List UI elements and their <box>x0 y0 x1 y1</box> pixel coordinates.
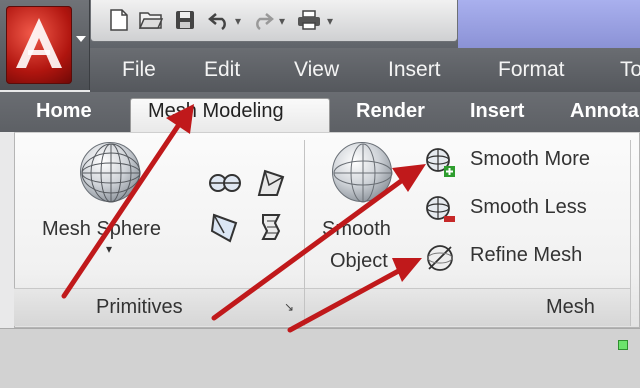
menu-file[interactable]: File <box>122 58 156 82</box>
title-bar-right <box>458 0 640 48</box>
mesh-sphere-dropdown-icon[interactable]: ▾ <box>106 242 112 256</box>
primitives-panel-title: Primitives <box>96 296 183 318</box>
open-folder-icon[interactable] <box>137 6 165 34</box>
app-menu-arrow-icon <box>76 36 86 42</box>
smooth-less-label: Smooth Less <box>470 196 587 218</box>
smooth-object-label-line2[interactable]: Object <box>330 250 388 273</box>
menu-view[interactable]: View <box>294 58 339 82</box>
panel-launcher-icon[interactable]: ↘ <box>284 300 294 314</box>
undo-icon[interactable] <box>205 6 233 34</box>
mesh-cylinder-icon[interactable] <box>206 164 244 202</box>
mesh-wedge-icon[interactable] <box>252 164 290 202</box>
status-indicator-icon <box>618 340 628 350</box>
customize-dropdown-icon[interactable]: ▾ <box>327 14 333 28</box>
tab-render[interactable]: Render <box>356 100 425 123</box>
tab-insert[interactable]: Insert <box>470 100 524 123</box>
plot-printer-icon[interactable] <box>295 6 323 34</box>
redo-icon[interactable] <box>249 6 277 34</box>
tab-home[interactable]: Home <box>36 100 92 123</box>
tab-mesh-modeling-label: Mesh Modeling <box>148 100 284 122</box>
mesh-torus-icon[interactable] <box>252 208 290 246</box>
smooth-less-icon <box>426 196 455 222</box>
menu-edit[interactable]: Edit <box>204 58 240 82</box>
drawing-area[interactable] <box>0 328 640 388</box>
smooth-object-label-line1[interactable]: Smooth <box>322 218 391 241</box>
menu-bar: File Edit View Insert Format To <box>90 48 640 92</box>
autocad-logo-icon <box>6 6 72 84</box>
mesh-sphere-icon[interactable] <box>80 142 141 203</box>
application-menu-button[interactable] <box>0 0 90 90</box>
refine-mesh-label: Refine Mesh <box>470 244 583 266</box>
menu-format[interactable]: Format <box>498 58 565 82</box>
smooth-more-icon <box>426 148 455 177</box>
menu-tools[interactable]: To <box>620 58 640 82</box>
smooth-object-icon[interactable] <box>332 142 393 203</box>
panel-divider <box>630 140 631 326</box>
redo-dropdown-icon[interactable]: ▾ <box>279 14 285 28</box>
menu-insert[interactable]: Insert <box>388 58 441 82</box>
new-file-icon[interactable] <box>105 6 133 34</box>
refine-mesh-icon <box>427 245 453 271</box>
undo-dropdown-icon[interactable]: ▾ <box>235 14 241 28</box>
tab-annotate[interactable]: Annota <box>570 100 639 123</box>
save-icon[interactable] <box>171 6 199 34</box>
mesh-sphere-label[interactable]: Mesh Sphere <box>42 218 161 241</box>
quick-access-toolbar: ▾ ▾ ▾ <box>90 0 458 42</box>
mesh-panel-title: Mesh <box>546 296 595 318</box>
mesh-cone-icon[interactable] <box>206 208 244 246</box>
smooth-more-label: Smooth More <box>470 148 591 170</box>
